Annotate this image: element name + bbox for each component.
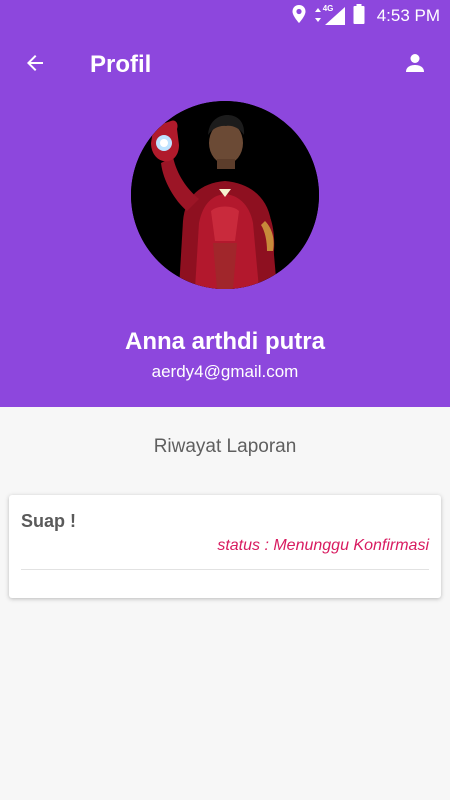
battery-icon: [353, 3, 365, 29]
report-history-title: Riwayat Laporan: [153, 436, 297, 457]
app-bar: Profil: [0, 32, 450, 98]
back-arrow-icon: [23, 51, 47, 80]
network-type-label: 4G: [322, 4, 334, 13]
status-time: 4:53 PM: [376, 6, 440, 25]
report-status: status : Menunggu Konfirmasi: [217, 537, 429, 554]
profile-name: Anna arthdi putra: [124, 328, 325, 355]
back-button[interactable]: [18, 48, 52, 82]
location-icon: [291, 4, 307, 29]
status-icons: 4G 4:53 PM: [291, 3, 440, 29]
page-title: Profil: [90, 51, 152, 78]
person-icon: [403, 51, 427, 80]
account-button[interactable]: [398, 48, 432, 82]
signal-icon: 4G: [313, 4, 347, 26]
avatar: [131, 101, 319, 289]
report-divider: [21, 569, 429, 570]
profile-email: aerdy4@gmail.com: [151, 362, 299, 381]
avatar-photo: [131, 101, 319, 289]
report-card[interactable]: Suap ! status : Menunggu Konfirmasi: [9, 495, 441, 598]
status-bar: 4G 4:53 PM: [0, 0, 450, 32]
report-title: Suap !: [21, 511, 77, 531]
